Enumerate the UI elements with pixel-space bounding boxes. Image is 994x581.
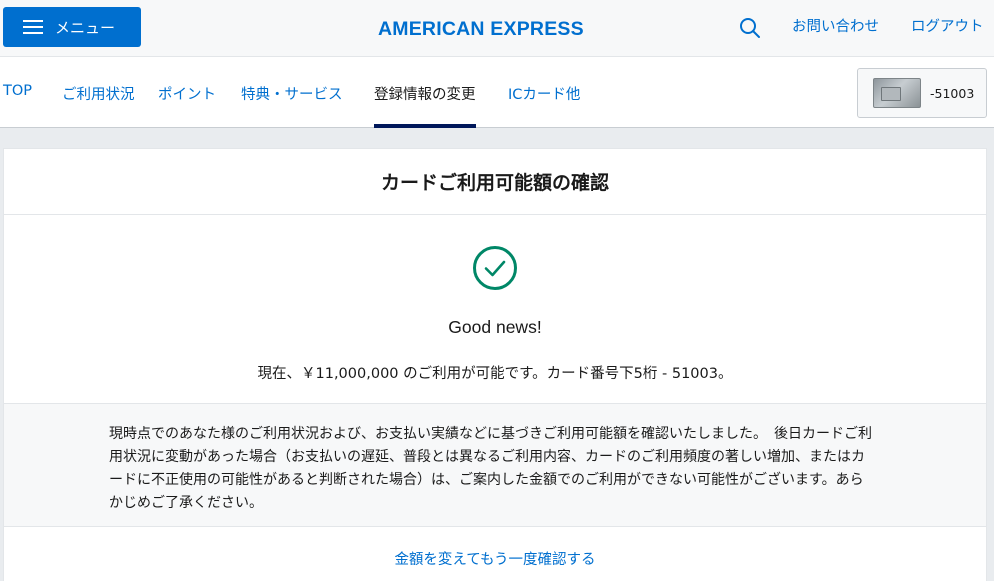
recheck-amount-link[interactable]: 金額を変えてもう一度確認する — [4, 548, 986, 569]
main-nav: TOP ご利用状況 ポイント 特典・サービス 登録情報の変更 ICカード他 -5… — [0, 57, 994, 128]
disclaimer-box: 現時点でのあなた様のご利用状況および、お支払い実績などに基づきご利用可能額を確認… — [4, 403, 986, 527]
disclaimer-text: 現時点でのあなた様のご利用状況および、お支払い実績などに基づきご利用可能額を確認… — [109, 426, 872, 511]
tab-account-settings[interactable]: 登録情報の変更 — [374, 83, 476, 128]
menu-button-label: メニュー — [55, 18, 116, 37]
tab-points[interactable]: ポイント — [158, 83, 216, 128]
tab-ic-card[interactable]: ICカード他 — [508, 83, 580, 128]
hamburger-icon — [23, 20, 43, 34]
tab-benefits[interactable]: 特典・サービス — [241, 83, 343, 128]
logout-link[interactable]: ログアウト — [911, 15, 984, 36]
card-selector[interactable]: -51003 — [857, 68, 987, 118]
available-amount-text: 現在、￥11,000,000 のご利用が可能です。カード番号下5桁 - 5100… — [257, 366, 733, 382]
check-circle-icon — [472, 245, 518, 291]
global-header: メニュー AMERICAN EXPRESS お問い合わせ ログアウト — [0, 0, 994, 57]
page-title: カードご利用可能額の確認 — [380, 172, 609, 194]
menu-button[interactable]: メニュー — [3, 7, 141, 47]
amex-logo[interactable]: AMERICAN EXPRESS — [378, 18, 614, 40]
tab-usage[interactable]: ご利用状況 — [62, 83, 135, 128]
tab-top[interactable]: TOP — [3, 83, 32, 128]
contact-link[interactable]: お問い合わせ — [792, 15, 879, 36]
result-headline: Good news! — [448, 317, 542, 337]
card-number: -51003 — [930, 85, 975, 101]
card-thumbnail — [873, 78, 921, 108]
panel-header: カードご利用可能額の確認 — [4, 149, 986, 215]
credit-check-panel: カードご利用可能額の確認 Good news! 現在、￥11,000,000 の… — [3, 148, 987, 581]
search-icon[interactable] — [739, 17, 761, 39]
